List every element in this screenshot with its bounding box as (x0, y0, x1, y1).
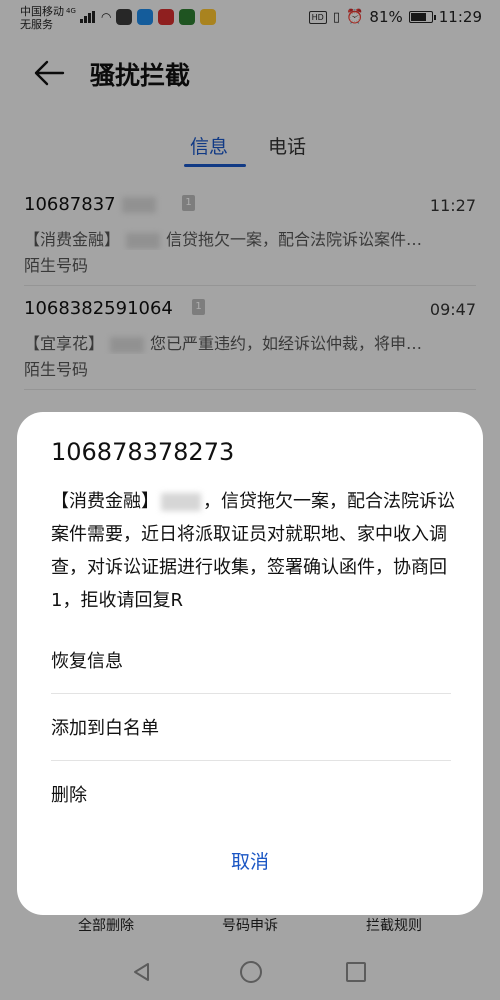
restore-message-button[interactable]: 恢复信息 (51, 626, 451, 693)
message-dialog: 106878378273 【消费金融】 ，信贷拖欠一案，配合法院诉讼案件需要，近日… (17, 412, 483, 915)
cancel-button[interactable]: 取消 (17, 847, 483, 874)
dialog-sender-number: 106878378273 (51, 438, 235, 466)
delete-button[interactable]: 删除 (51, 760, 451, 827)
redacted-area (161, 493, 201, 511)
dialog-message-body: 【消费金融】 ，信贷拖欠一案，配合法院诉讼案件需要，近日将派取证员对就职地、家中收… (51, 491, 455, 611)
add-to-whitelist-button[interactable]: 添加到白名单 (51, 693, 451, 760)
